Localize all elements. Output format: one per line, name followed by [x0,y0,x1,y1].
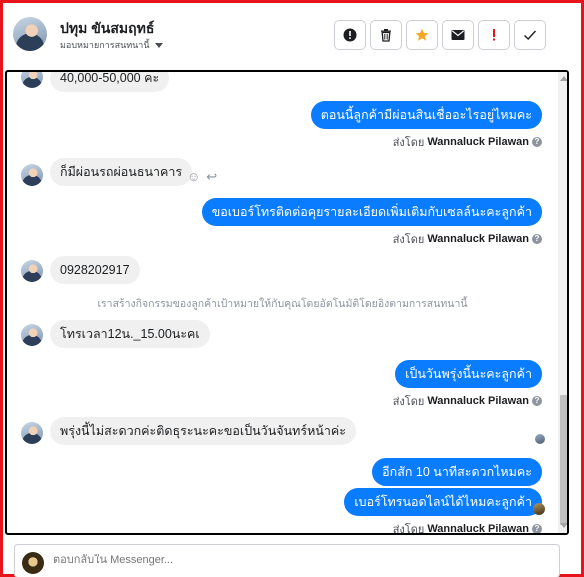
message-hover-actions: ☺ ↩ [187,169,217,185]
assign-label: มอบหมายการสนทนานี้ [60,40,150,50]
contact-avatar[interactable] [13,17,47,51]
help-icon[interactable]: ? [532,524,542,533]
sent-by-prefix: ส่งโดย [392,524,425,535]
alert-button[interactable] [334,20,366,50]
contact-avatar-small [21,164,43,186]
sent-by-agent[interactable]: Wannaluck Pilawan [427,523,529,533]
star-button[interactable] [406,20,438,50]
scroll-up-arrow-icon[interactable] [560,76,567,81]
assign-conversation-dropdown[interactable]: มอบหมายการสนทนานี้ [60,38,163,52]
read-receipt-avatar [535,434,545,444]
outgoing-message: อีกสัก 10 นาทีสะดวกไหมคะ [372,458,542,486]
delete-button[interactable] [370,20,402,50]
help-icon[interactable]: ? [532,234,542,244]
email-button[interactable] [442,20,474,50]
envelope-icon [451,30,465,40]
sent-by-label: ส่งโดย Wannaluck Pilawan ? [393,133,542,151]
sent-by-prefix: ส่งโดย [392,137,425,149]
sent-by-agent[interactable]: Wannaluck Pilawan [427,395,529,407]
trash-icon [381,29,391,42]
star-icon [415,28,429,41]
scrollbar-thumb[interactable] [560,395,567,525]
emoji-reaction-icon[interactable]: ☺ [187,169,200,185]
scroll-down-arrow-icon[interactable] [560,523,567,528]
incoming-message: 0928202917 [50,256,140,284]
reply-composer[interactable] [14,544,560,577]
outgoing-message: เป็นวันพรุ่งนี้นะคะลูกค้า [395,360,542,388]
incoming-message: 40,000-50,000 คะ [50,72,170,92]
reply-icon[interactable]: ↩ [206,169,217,185]
action-toolbar [334,20,546,50]
outgoing-message: เบอร์โทรนอดไลน์ได้ไหมคะลูกค้า [344,488,542,516]
system-notice: เราสร้างกิจกรรมของลูกค้าเป้าหมายให้กับคุ… [97,298,468,310]
sent-by-label: ส่งโดย Wannaluck Pilawan ? [393,230,542,248]
incoming-message: โทรเวลา12น._15.00นะคเ [50,320,210,348]
contact-avatar-small [21,260,43,282]
help-icon[interactable]: ? [532,137,542,147]
page-avatar [22,552,44,574]
message-thread[interactable]: 40,000-50,000 คะ ตอนนี้ลูกค้ามีผ่อนสินเช… [5,70,569,535]
spam-button[interactable] [478,20,510,50]
sent-by-agent[interactable]: Wannaluck Pilawan [427,136,529,148]
contact-name[interactable]: ปทุม ขันสมฤทธ์ [60,18,154,40]
check-icon [524,30,537,40]
sent-by-agent[interactable]: Wannaluck Pilawan [427,233,529,245]
info-alert-icon [343,28,357,42]
page-read-receipt-avatar [533,503,545,515]
exclamation-icon [493,29,495,41]
reply-input[interactable] [53,554,533,566]
sent-by-prefix: ส่งโดย [392,396,425,408]
caret-down-icon [154,42,163,48]
outgoing-message: ขอเบอร์โทรติดต่อคุยรายละเอียดเพิ่มเติมกั… [201,198,542,226]
sent-by-prefix: ส่งโดย [392,234,425,246]
scrollbar[interactable] [558,72,567,533]
contact-avatar-small [21,324,43,346]
sent-by-label: ส่งโดย Wannaluck Pilawan ? [392,520,542,535]
incoming-message: ก็มีผ่อนรถผ่อนธนาคาร [50,158,193,186]
contact-avatar-small [21,72,43,88]
sent-by-label: ส่งโดย Wannaluck Pilawan ? [393,392,542,410]
conversation-header: ปทุม ขันสมฤทธ์ มอบหมายการสนทนานี้ [3,3,581,69]
done-button[interactable] [514,20,546,50]
help-icon[interactable]: ? [532,396,542,406]
contact-avatar-small [21,422,43,444]
outgoing-message: ตอนนี้ลูกค้ามีผ่อนสินเชื่ออะไรอยู่ไหมคะ [310,101,542,129]
incoming-message: พรุ่งนี้ไม่สะดวกค่ะติดธุระนะคะขอเป็นวันจ… [50,417,356,445]
